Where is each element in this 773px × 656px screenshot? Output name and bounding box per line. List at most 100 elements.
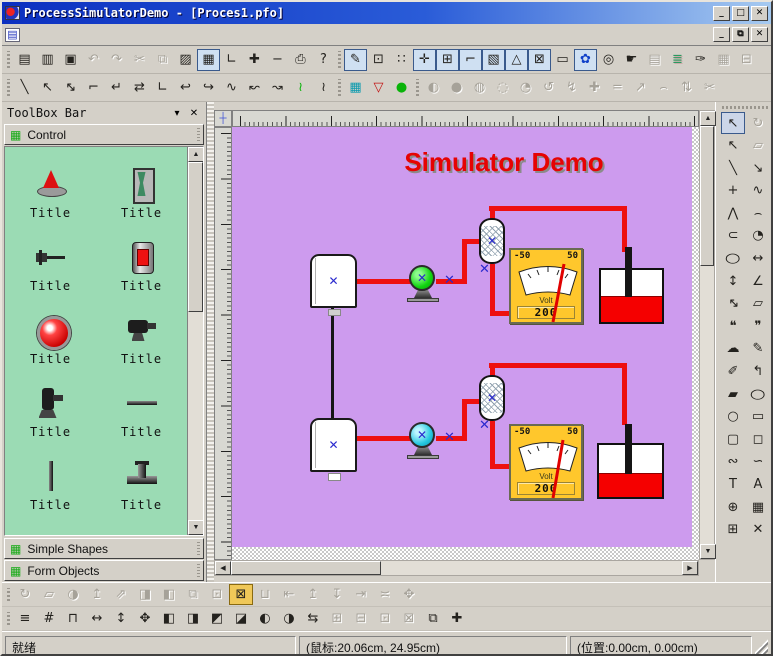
shape-intersect-button[interactable]: ◩ <box>205 608 229 629</box>
node-shape-button[interactable]: ● <box>390 77 413 99</box>
vertical-scroll-thumb[interactable] <box>700 126 714 266</box>
column-vessel-2[interactable]: ✕ <box>479 375 505 421</box>
pump-1[interactable]: ✕ <box>408 265 438 303</box>
pipe-segment[interactable] <box>466 239 479 244</box>
resize-grip[interactable] <box>755 636 768 656</box>
unwind-button[interactable]: ↯ <box>560 77 583 99</box>
weld-button[interactable]: ◐ <box>422 77 445 99</box>
exclude-button[interactable]: ◔ <box>514 77 537 99</box>
menu-file[interactable] <box>26 33 42 37</box>
brush-tool[interactable]: ✐ <box>721 361 745 383</box>
expand-canvas-button[interactable]: ⧉ <box>421 608 445 629</box>
mirror-rotate-button[interactable]: ◑ <box>61 584 85 605</box>
pipe-junction[interactable]: ✕ <box>444 430 455 445</box>
fit-selection-button[interactable]: ⊠ <box>397 608 421 629</box>
align-top-button[interactable]: ↥ <box>301 584 325 605</box>
snap-object-button[interactable]: ⊠ <box>528 49 551 71</box>
undo-button[interactable]: ↶ <box>82 49 105 71</box>
fit-page-button[interactable]: ⊡ <box>373 608 397 629</box>
curve-connector-button[interactable]: ∿ <box>220 77 243 99</box>
pipe-segment[interactable] <box>490 264 495 314</box>
center-page-button[interactable]: ✚ <box>445 608 469 629</box>
double-arrow-connector-button[interactable]: ↔ <box>59 77 82 99</box>
bezier-tool[interactable]: ⌢ <box>746 202 770 224</box>
fit-width-button[interactable]: ⊞ <box>325 608 349 629</box>
align-bottom-button[interactable]: ↧ <box>325 584 349 605</box>
lock-button[interactable]: ⊠ <box>229 584 253 605</box>
line-connector-button[interactable]: ╲ <box>13 77 36 99</box>
toolbar-grip[interactable] <box>722 106 770 109</box>
level-probe[interactable] <box>625 247 632 297</box>
shape-front-button[interactable]: ◐ <box>253 608 277 629</box>
group-button[interactable]: ⧉ <box>181 584 205 605</box>
close-button[interactable]: ✕ <box>751 6 768 21</box>
node-connector-end-button[interactable]: ≀ <box>312 77 335 99</box>
toolbox-item-pipe-vertical[interactable]: Title <box>5 443 96 516</box>
toolbox-item-elbow-pipe[interactable]: Title <box>96 516 187 535</box>
scroll-right-button[interactable]: ▶ <box>682 561 698 575</box>
shape-union-button[interactable]: ◧ <box>157 608 181 629</box>
toolbox-group-simple-shapes[interactable]: ▦ Simple Shapes <box>4 538 204 559</box>
toolbox-item-tee-pipe-large[interactable]: Title <box>5 516 96 535</box>
blob-tool[interactable]: ∾ <box>721 451 745 473</box>
subtract-button[interactable]: ◍ <box>468 77 491 99</box>
toolbar-grip[interactable] <box>7 79 10 96</box>
toolbox-item-pump-horizontal[interactable]: Title <box>96 297 187 370</box>
toolbox-item-injector[interactable]: Title <box>5 224 96 297</box>
draft-mode-button[interactable]: ✎ <box>344 49 367 71</box>
flip-diagonal-button[interactable]: ⇗ <box>109 584 133 605</box>
distribute-center-button[interactable]: # <box>37 608 61 629</box>
ellipse-outline-tool[interactable]: ○ <box>746 383 770 405</box>
elbow-double-arrow-connector-button[interactable]: ⇄ <box>128 77 151 99</box>
menu-edit[interactable] <box>44 33 60 37</box>
cloud-tool[interactable]: ☁ <box>721 338 745 360</box>
drawing-page[interactable]: Simulator Demo <box>232 127 692 547</box>
toolbox-item-valve[interactable]: Title <box>96 151 187 224</box>
mdi-restore-button[interactable]: ⧉ <box>732 27 749 42</box>
crosshair-button[interactable]: ✛ <box>413 49 436 71</box>
open-button[interactable]: ▥ <box>36 49 59 71</box>
meter-shape-button[interactable]: ▽ <box>367 77 390 99</box>
align-left-button[interactable]: ⇤ <box>277 584 301 605</box>
combine-button[interactable]: ● <box>445 77 468 99</box>
add-node-button[interactable]: ✚ <box>583 77 606 99</box>
pipe-segment[interactable] <box>466 399 479 404</box>
shape-back-button[interactable]: ◑ <box>277 608 301 629</box>
toolbox-item-cylinder[interactable]: Title <box>96 224 187 297</box>
polygon-tool[interactable]: ▰ <box>721 383 745 405</box>
toolbox-item-tee-pipe[interactable]: Title <box>96 443 187 516</box>
menu-format[interactable] <box>80 33 96 37</box>
toolbar-grip[interactable] <box>338 51 341 68</box>
curve-double-arrow-connector-button[interactable]: ↝ <box>266 77 289 99</box>
pipe-segment[interactable] <box>622 206 627 252</box>
pipe-junction[interactable]: ✕ <box>479 262 490 277</box>
step-arrow-connector-button[interactable]: ↩ <box>174 77 197 99</box>
reverse-curve-button[interactable]: ↺ <box>537 77 560 99</box>
mirror-horizontal-button[interactable]: ◨ <box>133 584 157 605</box>
menu-window[interactable] <box>98 33 114 37</box>
pick-tool-button[interactable]: ⊡ <box>367 49 390 71</box>
pipe-junction[interactable]: ✕ <box>479 418 490 433</box>
help-button[interactable]: ? <box>312 49 335 71</box>
zoom-in-button[interactable]: ✚ <box>243 49 266 71</box>
ungroup-button[interactable]: ⊡ <box>205 584 229 605</box>
v-dimension-tool[interactable]: ↕ <box>721 270 745 292</box>
pipe-segment[interactable] <box>489 363 627 368</box>
callout-filled-tool[interactable]: ❝ <box>721 315 745 337</box>
flip-segment-button[interactable]: ⇅ <box>675 77 698 99</box>
pipe-segment[interactable] <box>490 421 495 469</box>
elbow-connector-button[interactable]: ⌐ <box>82 77 105 99</box>
toolbox-scroll-up-button[interactable]: ▲ <box>188 147 204 162</box>
spline-tool[interactable]: ∿ <box>746 180 770 202</box>
shape-subtract-button[interactable]: ◨ <box>181 608 205 629</box>
swap-order-button[interactable]: ⇆ <box>301 608 325 629</box>
measure-button[interactable]: ∟ <box>220 49 243 71</box>
center-horizontal-button[interactable]: ≍ <box>373 584 397 605</box>
distribute-top-button[interactable]: ⊓ <box>61 608 85 629</box>
circle-tool[interactable]: ○ <box>721 406 745 428</box>
toolbar-grip[interactable] <box>416 79 419 96</box>
minimize-button[interactable]: _ <box>713 6 730 21</box>
print-button[interactable]: ⎙ <box>289 49 312 71</box>
curve-arrow-connector-button[interactable]: ↜ <box>243 77 266 99</box>
text-tool[interactable]: T <box>721 474 745 496</box>
